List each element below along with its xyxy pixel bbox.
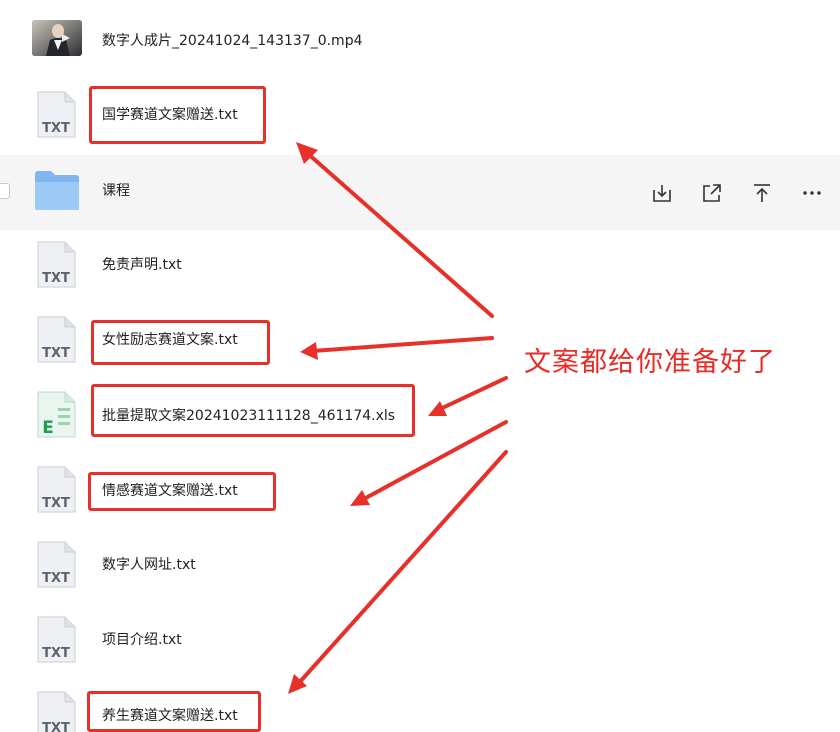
file-row-folder[interactable]: 课程 bbox=[0, 155, 840, 230]
file-name[interactable]: 课程 bbox=[102, 182, 130, 200]
svg-text:TXT: TXT bbox=[42, 496, 70, 511]
file-row-txt[interactable]: TXT 项目介绍.txt bbox=[0, 603, 840, 678]
download-icon[interactable] bbox=[646, 179, 678, 207]
file-row-video[interactable]: 数字人成片_20241024_143137_0.mp4 bbox=[0, 2, 840, 77]
svg-text:TXT: TXT bbox=[42, 121, 70, 136]
highlight-box bbox=[88, 472, 276, 511]
highlight-box bbox=[91, 384, 415, 437]
txt-file-icon: TXT bbox=[36, 541, 76, 593]
move-up-icon[interactable] bbox=[746, 179, 778, 207]
highlight-box bbox=[91, 320, 270, 365]
txt-file-icon: TXT bbox=[36, 91, 76, 143]
txt-file-icon: TXT bbox=[36, 616, 76, 668]
svg-text:TXT: TXT bbox=[42, 721, 70, 732]
file-row-txt[interactable]: TXT 数字人网址.txt bbox=[0, 528, 840, 603]
file-name[interactable]: 免责声明.txt bbox=[102, 256, 182, 274]
svg-text:E: E bbox=[42, 418, 54, 438]
file-name[interactable]: 项目介绍.txt bbox=[102, 631, 182, 649]
more-icon[interactable] bbox=[796, 179, 828, 207]
row-actions bbox=[646, 179, 828, 207]
txt-file-icon: TXT bbox=[36, 691, 76, 732]
folder-icon bbox=[34, 169, 80, 215]
file-name[interactable]: 数字人网址.txt bbox=[102, 556, 196, 574]
svg-text:TXT: TXT bbox=[42, 346, 70, 361]
highlight-box bbox=[89, 86, 266, 144]
svg-text:TXT: TXT bbox=[42, 271, 70, 286]
row-checkbox[interactable] bbox=[0, 183, 10, 199]
svg-text:TXT: TXT bbox=[42, 571, 70, 586]
share-icon[interactable] bbox=[696, 179, 728, 207]
file-name[interactable]: 数字人成片_20241024_143137_0.mp4 bbox=[102, 32, 363, 50]
excel-file-icon: E bbox=[36, 391, 76, 443]
txt-file-icon: TXT bbox=[36, 466, 76, 518]
txt-file-icon: TXT bbox=[36, 241, 76, 293]
video-thumbnail-icon bbox=[32, 20, 82, 60]
annotation-callout: 文案都给你准备好了 bbox=[524, 347, 776, 378]
highlight-box bbox=[87, 691, 261, 732]
svg-text:TXT: TXT bbox=[42, 646, 70, 661]
txt-file-icon: TXT bbox=[36, 316, 76, 368]
file-row-txt[interactable]: TXT 免责声明.txt bbox=[0, 228, 840, 303]
